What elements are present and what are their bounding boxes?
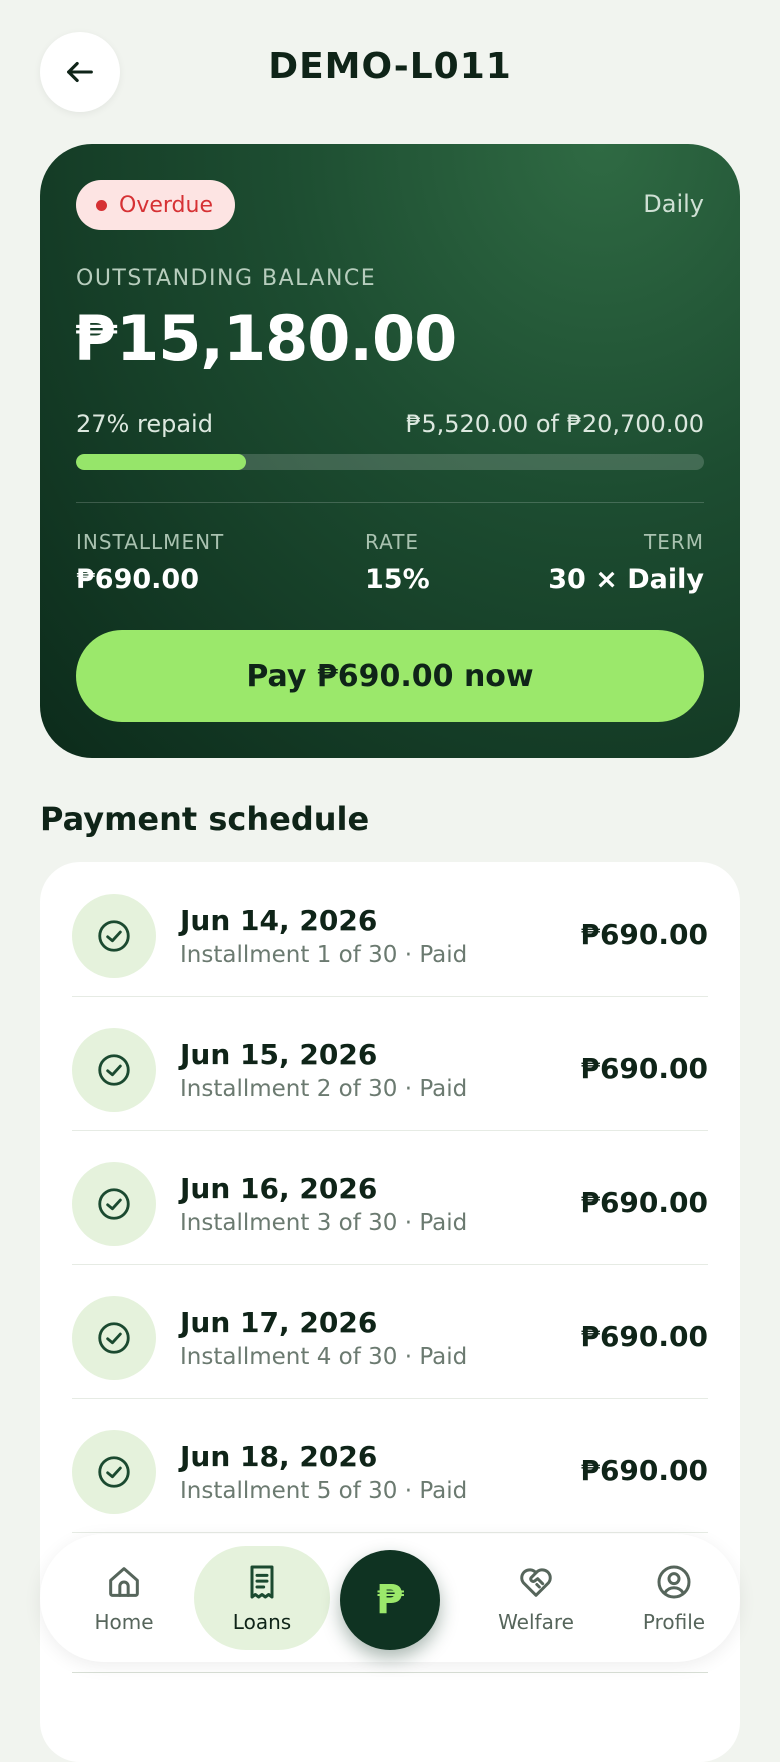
check-circle-icon	[72, 1028, 156, 1112]
schedule-date: Jun 15, 2026	[180, 1038, 378, 1071]
repayment-progress-bar	[76, 454, 704, 470]
nav-home-label: Home	[94, 1610, 154, 1634]
card-divider	[76, 502, 704, 503]
installment-label: INSTALLMENT	[76, 530, 225, 554]
status-label: Overdue	[119, 192, 213, 218]
rate-label: RATE	[365, 530, 420, 554]
schedule-date: Jun 17, 2026	[180, 1306, 378, 1339]
term-value: 30 × Daily	[548, 564, 704, 595]
nav-loans-label: Loans	[232, 1610, 292, 1634]
balance-label: OUTSTANDING BALANCE	[76, 266, 377, 291]
repaid-percent: 27% repaid	[76, 410, 213, 438]
schedule-row[interactable]: Jun 18, 2026 Installment 5 of 30 · Paid …	[72, 1398, 708, 1533]
nav-loans[interactable]: Loans	[194, 1546, 330, 1650]
schedule-detail: Installment 3 of 30 · Paid	[180, 1210, 468, 1236]
check-circle-icon	[72, 1162, 156, 1246]
heart-handshake-icon	[520, 1568, 552, 1597]
schedule-row[interactable]: Jun 16, 2026 Installment 3 of 30 · Paid …	[72, 1130, 708, 1265]
schedule-detail: Installment 4 of 30 · Paid	[180, 1344, 468, 1370]
loan-summary-card: Overdue Daily OUTSTANDING BALANCE ₱15,18…	[40, 144, 740, 758]
term-label: TERM	[643, 530, 704, 554]
rate-value: 15%	[365, 564, 430, 595]
peso-icon: ₱	[376, 1577, 404, 1623]
schedule-amount: ₱690.00	[580, 918, 708, 951]
repaid-amount: ₱5,520.00 of ₱20,700.00	[406, 410, 704, 438]
header: DEMO-L011	[0, 0, 780, 144]
frequency-label: Daily	[643, 190, 704, 218]
term-stat: TERM 30 × Daily	[548, 530, 704, 595]
schedule-date: Jun 14, 2026	[180, 904, 378, 937]
check-circle-icon	[72, 1430, 156, 1514]
profile-icon	[657, 1565, 691, 1599]
schedule-amount: ₱690.00	[580, 1320, 708, 1353]
home-icon	[109, 1567, 139, 1597]
nav-home[interactable]: Home	[56, 1546, 192, 1650]
schedule-date: Jun 16, 2026	[180, 1172, 378, 1205]
bottom-nav: Home Loans ₱ Welfare Profile	[40, 1534, 740, 1662]
page-title: DEMO-L011	[268, 46, 512, 87]
schedule-row[interactable]: Jun 17, 2026 Installment 4 of 30 · Paid …	[72, 1264, 708, 1399]
status-badge: Overdue	[76, 180, 235, 230]
nav-welfare-label: Welfare	[498, 1610, 574, 1634]
rate-stat: RATE 15%	[365, 530, 430, 595]
receipt-icon	[250, 1565, 274, 1599]
schedule-date: Jun 18, 2026	[180, 1440, 378, 1473]
schedule-title: Payment schedule	[40, 800, 370, 838]
installment-value: ₱690.00	[76, 564, 199, 595]
check-circle-icon	[72, 894, 156, 978]
pay-fab-button[interactable]: ₱	[340, 1550, 440, 1650]
nav-profile-label: Profile	[642, 1610, 706, 1634]
balance-amount: ₱15,180.00	[74, 302, 457, 375]
nav-profile[interactable]: Profile	[606, 1546, 742, 1650]
schedule-amount: ₱690.00	[580, 1454, 708, 1487]
schedule-detail: Installment 2 of 30 · Paid	[180, 1076, 468, 1102]
status-dot-icon	[96, 199, 107, 211]
schedule-row[interactable]: Jun 14, 2026 Installment 1 of 30 · Paid …	[72, 862, 708, 997]
check-circle-icon	[72, 1296, 156, 1380]
list-divider	[72, 1672, 708, 1673]
schedule-row[interactable]: Jun 15, 2026 Installment 2 of 30 · Paid …	[72, 996, 708, 1131]
repayment-progress-fill	[76, 454, 246, 470]
schedule-detail: Installment 5 of 30 · Paid	[180, 1478, 468, 1504]
schedule-amount: ₱690.00	[580, 1052, 708, 1085]
installment-stat: INSTALLMENT ₱690.00	[76, 530, 224, 595]
schedule-detail: Installment 1 of 30 · Paid	[180, 942, 468, 968]
schedule-amount: ₱690.00	[580, 1186, 708, 1219]
pay-now-button[interactable]: Pay ₱690.00 now	[76, 630, 704, 722]
nav-welfare[interactable]: Welfare	[468, 1546, 604, 1650]
